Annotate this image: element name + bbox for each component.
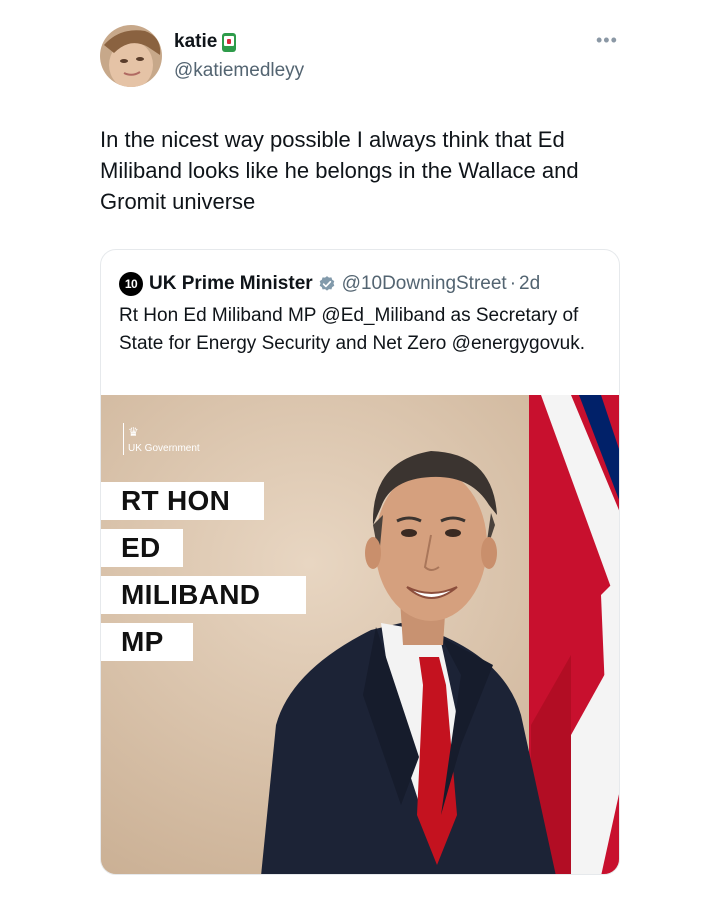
author-handle[interactable]: @katiemedleyy [174,60,304,82]
quoted-timestamp[interactable]: 2d [519,273,540,295]
union-flag [529,395,619,874]
uk-government-logo: ♛ UK Government [123,423,200,455]
quoted-tweet-card[interactable]: 10 UK Prime Minister @10DowningStreet · … [100,249,620,875]
separator-dot: · [509,273,517,294]
quoted-tweet-text: Rt Hon Ed Miliband MP @Ed_Miliband as Se… [119,305,586,354]
quoted-author-name[interactable]: UK Prime Minister [149,273,313,295]
tweet-text: In the nicest way possible I always thin… [100,127,579,214]
image-title-line: RT HON [101,482,264,520]
image-title-line: ED [101,529,183,567]
author-name[interactable]: katie [174,31,237,53]
quoted-tweet-header: 10 UK Prime Minister @10DowningStreet · … [119,272,540,296]
verified-badge-icon [319,276,334,291]
number-10-logo-icon[interactable]: 10 [119,272,143,296]
more-dots-icon[interactable]: ••• [596,30,618,51]
quoted-tweet-image[interactable]: ♛ UK Government RT HON ED MILIBAND MP [101,395,619,874]
image-title-line: MILIBAND [101,576,306,614]
quoted-author-handle[interactable]: @10DowningStreet [342,273,507,295]
phone-emoji-icon [222,32,237,52]
uk-government-label: UK Government [123,443,200,455]
author-name-text[interactable]: katie [174,31,217,53]
author-avatar[interactable] [100,25,162,87]
royal-crest-icon: ♛ [123,423,143,443]
image-title-line: MP [101,623,193,661]
